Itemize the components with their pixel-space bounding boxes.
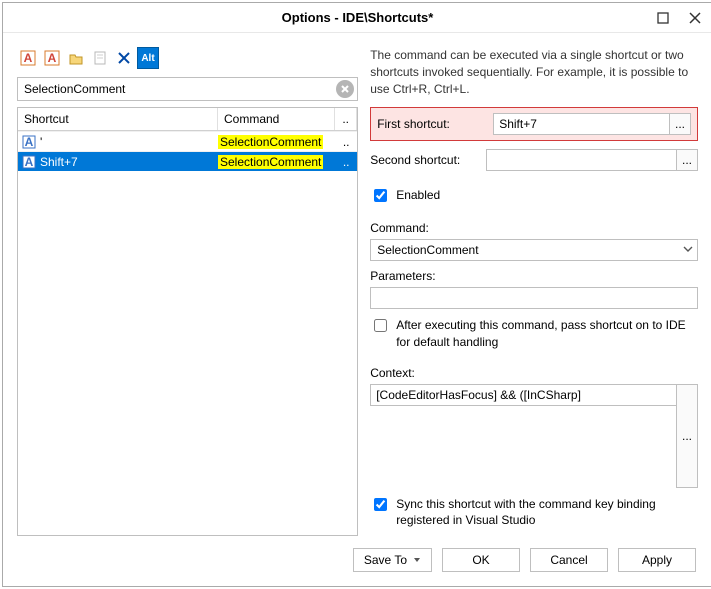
footer: Save To OK Cancel Apply <box>3 536 711 586</box>
command-combo-value: SelectionComment <box>377 243 478 257</box>
right-panel: The command can be executed via a single… <box>370 47 698 536</box>
page-icon[interactable] <box>89 47 111 69</box>
second-shortcut-picker-button[interactable]: ... <box>676 149 698 171</box>
left-panel: A A Alt <box>17 47 358 536</box>
chevron-down-icon <box>413 553 421 567</box>
grid-header: Shortcut Command .. <box>18 108 357 131</box>
shortcut-row-icon: A <box>22 155 36 169</box>
header-command[interactable]: Command <box>218 108 335 130</box>
row-shortcut: ' <box>40 135 42 149</box>
table-row[interactable]: A Shift+7 SelectionComment .. <box>18 151 357 171</box>
search-input[interactable] <box>17 77 358 101</box>
description-text: The command can be executed via a single… <box>370 47 698 97</box>
first-shortcut-picker-button[interactable]: ... <box>669 113 691 135</box>
pass-on-label: After executing this command, pass short… <box>396 317 698 349</box>
command-combo[interactable]: SelectionComment <box>370 239 698 261</box>
toolbar: A A Alt <box>17 47 358 69</box>
svg-text:A: A <box>25 135 34 149</box>
window-controls <box>652 7 706 29</box>
first-shortcut-input[interactable] <box>493 113 669 135</box>
parameters-label: Parameters: <box>370 269 698 283</box>
row-menu[interactable]: .. <box>335 155 357 169</box>
pass-on-row: After executing this command, pass short… <box>370 317 698 349</box>
svg-text:A: A <box>48 51 57 65</box>
row-command: SelectionComment <box>218 155 323 169</box>
context-input[interactable] <box>370 384 676 406</box>
header-menu[interactable]: .. <box>335 108 357 130</box>
shortcut-row-icon: A <box>22 135 36 149</box>
svg-text:A: A <box>24 51 33 65</box>
first-shortcut-label: First shortcut: <box>377 117 485 131</box>
pass-on-checkbox[interactable] <box>374 319 387 332</box>
context-picker-button[interactable]: ... <box>676 384 698 488</box>
window-title: Options - IDE\Shortcuts* <box>282 10 434 25</box>
sync-label: Sync this shortcut with the command key … <box>396 496 698 528</box>
titlebar: Options - IDE\Shortcuts* <box>3 3 711 33</box>
table-row[interactable]: A ' SelectionComment .. <box>18 131 357 151</box>
folder-open-icon[interactable] <box>65 47 87 69</box>
row-shortcut: Shift+7 <box>40 155 78 169</box>
enabled-checkbox[interactable] <box>374 189 387 202</box>
enabled-row: Enabled <box>370 187 698 205</box>
context-label: Context: <box>370 366 698 380</box>
chevron-down-icon <box>683 243 693 257</box>
sync-checkbox[interactable] <box>374 498 387 511</box>
row-command: SelectionComment <box>218 135 323 149</box>
search-box <box>17 77 358 101</box>
close-icon[interactable] <box>684 7 706 29</box>
save-to-button[interactable]: Save To <box>353 548 432 572</box>
grid-body: A ' SelectionComment .. A Shift+7 Select… <box>18 131 357 535</box>
font-smaller-icon[interactable]: A <box>41 47 63 69</box>
apply-button[interactable]: Apply <box>618 548 696 572</box>
enabled-label: Enabled <box>396 187 440 203</box>
command-label: Command: <box>370 221 698 235</box>
delete-icon[interactable] <box>113 47 135 69</box>
cancel-button[interactable]: Cancel <box>530 548 608 572</box>
font-larger-icon[interactable]: A <box>17 47 39 69</box>
first-shortcut-row: First shortcut: ... <box>370 107 698 141</box>
sync-row: Sync this shortcut with the command key … <box>370 496 698 528</box>
options-window: Options - IDE\Shortcuts* A A <box>2 2 711 587</box>
svg-text:A: A <box>25 155 34 169</box>
header-shortcut[interactable]: Shortcut <box>18 108 218 130</box>
parameters-input[interactable] <box>370 287 698 309</box>
ok-button[interactable]: OK <box>442 548 520 572</box>
maximize-icon[interactable] <box>652 7 674 29</box>
row-menu[interactable]: .. <box>335 135 357 149</box>
shortcut-grid: Shortcut Command .. A ' SelectionComment… <box>17 107 358 536</box>
alt-key-icon[interactable]: Alt <box>137 47 159 69</box>
second-shortcut-row: Second shortcut: ... <box>370 149 698 171</box>
second-shortcut-label: Second shortcut: <box>370 153 478 167</box>
second-shortcut-input[interactable] <box>486 149 676 171</box>
